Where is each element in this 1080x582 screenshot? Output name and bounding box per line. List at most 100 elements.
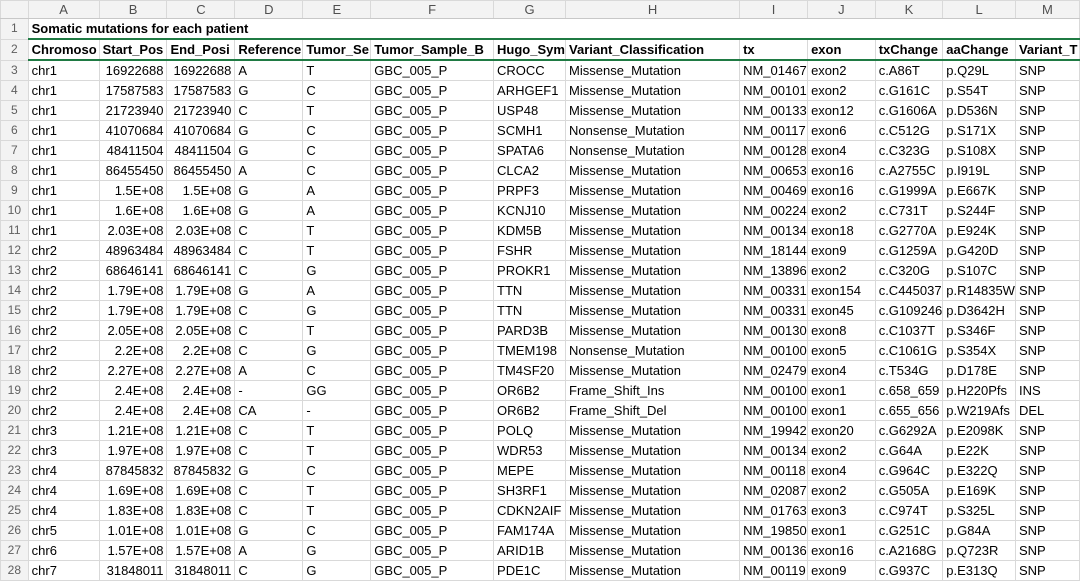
table-cell[interactable]: 41070684 (166, 120, 236, 141)
table-cell[interactable]: SNP (1014, 280, 1080, 301)
table-cell[interactable]: 2.2E+08 (166, 340, 236, 361)
table-cell[interactable]: T (302, 320, 372, 341)
table-cell[interactable]: GBC_005_P (370, 180, 495, 201)
table-cell[interactable]: GBC_005_P (370, 160, 495, 181)
table-cell[interactable]: NM_18144 (739, 240, 809, 261)
table-cell[interactable]: SNP (1014, 200, 1080, 221)
row-number[interactable]: 13 (0, 260, 29, 281)
table-cell[interactable]: 31848011 (98, 560, 168, 581)
table-cell[interactable]: - (302, 400, 372, 421)
column-heading-f[interactable]: F (370, 0, 495, 19)
table-cell[interactable]: chr5 (27, 520, 100, 541)
table-cell[interactable]: NM_19850 (739, 520, 809, 541)
table-cell[interactable]: c.A2168G (874, 540, 944, 561)
table-cell[interactable]: T (302, 420, 372, 441)
table-cell[interactable]: Nonsense_Mutation (565, 140, 741, 161)
row-number[interactable]: 11 (0, 220, 29, 241)
table-cell[interactable]: 16922688 (98, 59, 168, 81)
row-number[interactable]: 18 (0, 360, 29, 381)
table-cell[interactable]: GBC_005_P (370, 480, 495, 501)
table-cell[interactable]: T (302, 100, 372, 121)
table-cell[interactable]: 48963484 (166, 240, 236, 261)
table-cell[interactable]: c.658_659 (874, 380, 944, 401)
sheet-title-cell[interactable]: Somatic mutations for each patient (27, 18, 1080, 40)
table-cell[interactable]: GBC_005_P (370, 340, 495, 361)
table-cell[interactable]: 1.97E+08 (166, 440, 236, 461)
table-cell[interactable]: chr2 (27, 400, 100, 421)
table-cell[interactable]: GBC_005_P (370, 320, 495, 341)
table-cell[interactable]: exon18 (807, 220, 876, 241)
table-cell[interactable]: G (234, 80, 304, 101)
table-cell[interactable]: 87845832 (98, 460, 168, 481)
table-cell[interactable]: SCMH1 (493, 120, 567, 141)
table-cell[interactable]: G (302, 560, 372, 581)
table-cell[interactable]: chr2 (27, 360, 100, 381)
table-cell[interactable]: c.C1061G (874, 340, 944, 361)
table-cell[interactable]: GBC_005_P (370, 420, 495, 441)
table-cell[interactable]: POLQ (493, 420, 567, 441)
table-cell[interactable]: SPATA6 (493, 140, 567, 161)
table-cell[interactable]: NM_00133 (739, 100, 809, 121)
table-cell[interactable]: T (302, 220, 372, 241)
table-cell[interactable]: SNP (1014, 240, 1080, 261)
table-cell[interactable]: chr3 (27, 440, 100, 461)
table-cell[interactable]: NM_01467 (739, 59, 809, 81)
table-cell[interactable]: 1.79E+08 (166, 280, 236, 301)
table-cell[interactable]: FAM174A (493, 520, 567, 541)
table-cell[interactable]: SH3RF1 (493, 480, 567, 501)
table-cell[interactable]: c.G1606A (874, 100, 944, 121)
table-cell[interactable]: T (302, 59, 372, 81)
header-cell-tumor-sample[interactable]: Tumor_Sample_B (370, 38, 495, 61)
table-cell[interactable]: exon4 (807, 360, 876, 381)
table-cell[interactable]: 1.01E+08 (98, 520, 168, 541)
table-cell[interactable]: G (234, 180, 304, 201)
table-cell[interactable]: exon16 (807, 160, 876, 181)
table-cell[interactable]: SNP (1014, 100, 1080, 121)
table-cell[interactable]: chr2 (27, 380, 100, 401)
table-cell[interactable]: GBC_005_P (370, 540, 495, 561)
table-cell[interactable]: exon1 (807, 380, 876, 401)
table-cell[interactable]: USP48 (493, 100, 567, 121)
table-cell[interactable]: C (234, 100, 304, 121)
table-cell[interactable]: CDKN2AIF (493, 500, 567, 521)
column-heading-b[interactable]: B (98, 0, 168, 19)
column-heading-m[interactable]: M (1014, 0, 1080, 19)
table-cell[interactable]: c.C1037T (874, 320, 944, 341)
table-cell[interactable]: SNP (1014, 59, 1080, 81)
table-cell[interactable]: GBC_005_P (370, 59, 495, 81)
table-cell[interactable]: p.S171X (942, 120, 1016, 141)
row-number[interactable]: 26 (0, 520, 29, 541)
table-cell[interactable]: 16922688 (166, 59, 236, 81)
table-cell[interactable]: C (234, 440, 304, 461)
table-cell[interactable]: chr1 (27, 200, 100, 221)
table-cell[interactable]: 1.97E+08 (98, 440, 168, 461)
table-cell[interactable]: Missense_Mutation (565, 420, 741, 441)
table-cell[interactable]: G (234, 280, 304, 301)
table-cell[interactable]: 1.79E+08 (98, 300, 168, 321)
table-cell[interactable]: Missense_Mutation (565, 520, 741, 541)
table-cell[interactable]: chr2 (27, 260, 100, 281)
table-cell[interactable]: G (302, 260, 372, 281)
row-number[interactable]: 23 (0, 460, 29, 481)
table-cell[interactable]: c.G1259A (874, 240, 944, 261)
table-cell[interactable]: GBC_005_P (370, 300, 495, 321)
table-cell[interactable]: p.E2098K (942, 420, 1016, 441)
table-cell[interactable]: ARID1B (493, 540, 567, 561)
table-cell[interactable]: C (302, 360, 372, 381)
table-cell[interactable]: SNP (1014, 540, 1080, 561)
table-cell[interactable]: NM_00100 (739, 400, 809, 421)
table-cell[interactable]: Missense_Mutation (565, 460, 741, 481)
table-cell[interactable]: Missense_Mutation (565, 200, 741, 221)
table-cell[interactable]: 17587583 (98, 80, 168, 101)
table-cell[interactable]: p.E313Q (942, 560, 1016, 581)
table-cell[interactable]: 2.4E+08 (98, 400, 168, 421)
header-cell-hugo-symbol[interactable]: Hugo_Sym (493, 38, 567, 61)
table-cell[interactable]: C (234, 560, 304, 581)
table-cell[interactable]: c.C323G (874, 140, 944, 161)
table-cell[interactable]: G (302, 540, 372, 561)
table-cell[interactable]: PRPF3 (493, 180, 567, 201)
table-cell[interactable]: chr1 (27, 160, 100, 181)
row-number[interactable]: 28 (0, 560, 29, 581)
table-cell[interactable]: GBC_005_P (370, 100, 495, 121)
table-cell[interactable]: NM_13896 (739, 260, 809, 281)
